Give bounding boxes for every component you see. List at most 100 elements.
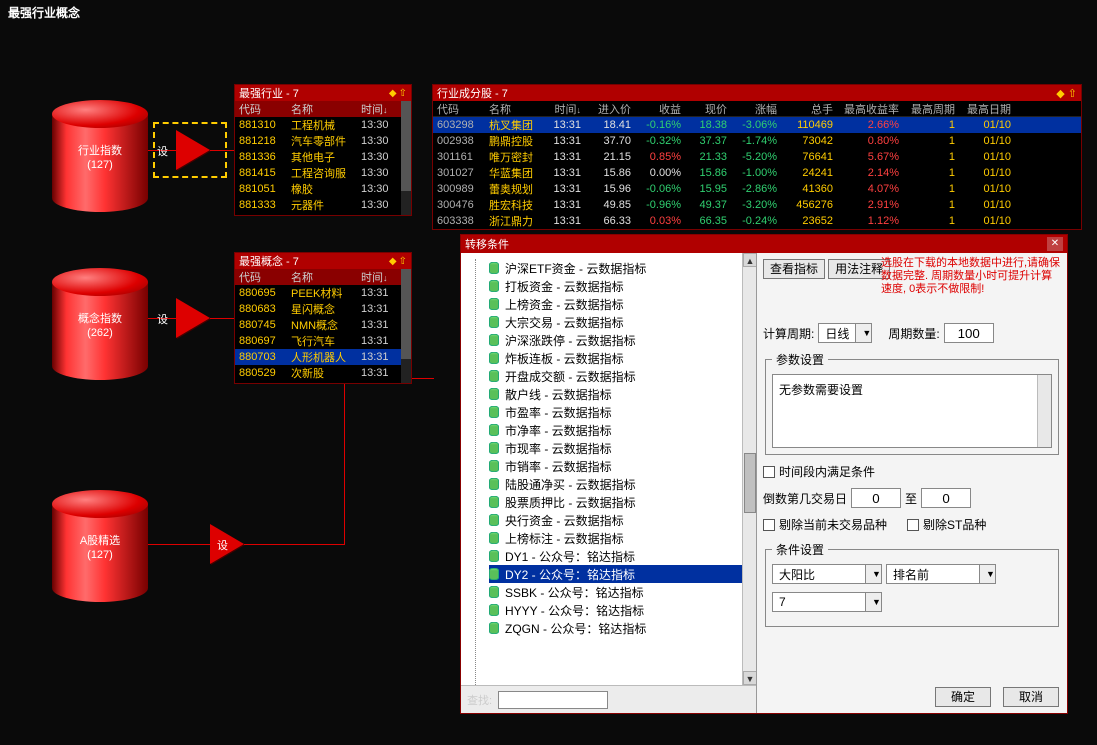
table-row[interactable]: 880695PEEK材料13:31: [235, 285, 411, 301]
cylinder-concept[interactable]: 概念指数(262): [52, 268, 148, 380]
column-header[interactable]: 收益: [637, 101, 687, 117]
diamond-icon[interactable]: ◆: [389, 88, 397, 99]
sort-desc-icon: ↓: [383, 105, 388, 115]
tree-item[interactable]: 股票质押比 - 云数据指标: [489, 493, 756, 511]
chevron-down-icon: ▼: [865, 565, 881, 583]
table-row[interactable]: 301161唯万密封13:3121.150.85%21.33-5.20%7664…: [433, 149, 1081, 165]
database-icon: [489, 406, 499, 418]
table-row[interactable]: 880529次新股13:31: [235, 365, 411, 381]
tree-scrollbar[interactable]: ▲ ▼: [742, 253, 756, 685]
node-label: 设: [157, 143, 168, 159]
tree-item[interactable]: 开盘成交额 - 云数据指标: [489, 367, 756, 385]
diamond-icon[interactable]: ◆: [389, 256, 397, 267]
table-row[interactable]: 881218汽车零部件13:30: [235, 133, 411, 149]
calc-period-combo[interactable]: 日线▼: [818, 323, 872, 343]
table-row[interactable]: 300476胜宏科技13:3149.85-0.96%49.37-3.20%456…: [433, 197, 1081, 213]
period-count-input[interactable]: [944, 323, 994, 343]
table-row[interactable]: 603338浙江鼎力13:3166.330.03%66.35-0.24%2365…: [433, 213, 1081, 229]
cylinder-ashares[interactable]: A股精选(127): [52, 490, 148, 602]
table-row[interactable]: 881336其他电子13:30: [235, 149, 411, 165]
column-header[interactable]: 进入价: [587, 101, 637, 117]
countdown-from-input[interactable]: [851, 488, 901, 508]
tree-item[interactable]: HYYY - 公众号：铭达指标: [489, 601, 756, 619]
cylinder-industry[interactable]: 行业指数(127): [52, 100, 148, 212]
scrollbar[interactable]: [401, 269, 411, 383]
tree-item[interactable]: SSBK - 公众号：铭达指标: [489, 583, 756, 601]
transform-node-2[interactable]: [176, 298, 210, 338]
time-range-checkbox[interactable]: 时间段内满足条件: [763, 463, 875, 480]
table-row[interactable]: 881310工程机械13:30: [235, 117, 411, 133]
column-header[interactable]: 名称: [485, 101, 547, 117]
table-row[interactable]: 002938鹏鼎控股13:3137.70-0.32%37.37-1.74%730…: [433, 133, 1081, 149]
table-row[interactable]: 603298杭叉集团13:3118.41-0.16%18.38-3.06%110…: [433, 117, 1081, 133]
tree-item[interactable]: 市盈率 - 云数据指标: [489, 403, 756, 421]
countdown-to-input[interactable]: [921, 488, 971, 508]
panel-header[interactable]: 最强概念 - 7 ◆⇧: [235, 253, 411, 269]
col-code[interactable]: 代码: [239, 101, 291, 117]
table-title: 行业成分股 - 7: [437, 85, 508, 101]
search-input[interactable]: [498, 691, 608, 709]
panel-header[interactable]: 最强行业 - 7 ◆⇧: [235, 85, 411, 101]
close-icon[interactable]: ✕: [1047, 237, 1063, 251]
tree-item[interactable]: 市净率 - 云数据指标: [489, 421, 756, 439]
tree-item[interactable]: DY1 - 公众号：铭达指标: [489, 547, 756, 565]
column-header[interactable]: 时间↓: [547, 101, 587, 117]
condition-op-combo[interactable]: 排名前▼: [886, 564, 996, 584]
condition-value-combo[interactable]: 7▼: [772, 592, 882, 612]
table-row[interactable]: 301027华蓝集团13:3115.860.00%15.86-1.00%2424…: [433, 165, 1081, 181]
up-icon[interactable]: ⇧: [1068, 88, 1077, 100]
database-icon: [489, 604, 499, 616]
tree-item[interactable]: 炸板连板 - 云数据指标: [489, 349, 756, 367]
tree-item[interactable]: 散户线 - 云数据指标: [489, 385, 756, 403]
cancel-button[interactable]: 取消: [1003, 687, 1059, 707]
condition-field-combo[interactable]: 大阳比▼: [772, 564, 882, 584]
table-row[interactable]: 880703人形机器人13:31: [235, 349, 411, 365]
column-header[interactable]: 最高周期: [905, 101, 961, 117]
table-row[interactable]: 880745NMN概念13:31: [235, 317, 411, 333]
tree-item[interactable]: 上榜标注 - 云数据指标: [489, 529, 756, 547]
scroll-up-icon[interactable]: ▲: [743, 253, 757, 267]
tree-item[interactable]: 沪深涨跌停 - 云数据指标: [489, 331, 756, 349]
table-row[interactable]: 880683星闪概念13:31: [235, 301, 411, 317]
table-row[interactable]: 881051橡胶13:30: [235, 181, 411, 197]
scrollbar[interactable]: [1037, 375, 1051, 447]
tree-item[interactable]: ZQGN - 公众号：铭达指标: [489, 619, 756, 637]
scrollbar[interactable]: [401, 101, 411, 215]
tree-item[interactable]: 市现率 - 云数据指标: [489, 439, 756, 457]
tree-item[interactable]: 上榜资金 - 云数据指标: [489, 295, 756, 313]
diamond-icon[interactable]: ◆: [1056, 88, 1064, 100]
scroll-down-icon[interactable]: ▼: [743, 671, 757, 685]
column-header[interactable]: 总手: [783, 101, 839, 117]
column-header[interactable]: 现价: [687, 101, 733, 117]
transform-node-1[interactable]: [176, 130, 210, 170]
column-header[interactable]: 涨幅: [733, 101, 783, 117]
view-indicator-button[interactable]: 查看指标: [763, 259, 825, 279]
database-icon: [489, 514, 499, 526]
database-icon: [489, 334, 499, 346]
column-header[interactable]: 最高收益率: [839, 101, 905, 117]
column-header[interactable]: 代码: [433, 101, 485, 117]
sort-desc-icon: ↓: [383, 273, 388, 283]
tree-item[interactable]: 陆股通净买 - 云数据指标: [489, 475, 756, 493]
tree-item[interactable]: DY2 - 公众号：铭达指标: [489, 565, 756, 583]
remove-nontrade-checkbox[interactable]: 剔除当前未交易品种: [763, 516, 887, 533]
column-header[interactable]: 最高日期: [961, 101, 1017, 117]
ok-button[interactable]: 确定: [935, 687, 991, 707]
table-row[interactable]: 880697飞行汽车13:31: [235, 333, 411, 349]
up-icon[interactable]: ⇧: [399, 88, 407, 99]
tree-item[interactable]: 大宗交易 - 云数据指标: [489, 313, 756, 331]
tree-item[interactable]: 央行资金 - 云数据指标: [489, 511, 756, 529]
table-row[interactable]: 881415工程咨询服13:30: [235, 165, 411, 181]
col-time[interactable]: 时间: [361, 104, 383, 116]
up-icon[interactable]: ⇧: [399, 256, 407, 267]
dialog-titlebar[interactable]: 转移条件 ✕: [461, 235, 1067, 253]
table-row[interactable]: 300989蕾奥规划13:3115.96-0.06%15.95-2.86%413…: [433, 181, 1081, 197]
table-row[interactable]: 881333元器件13:30: [235, 197, 411, 213]
panel-title: 最强行业 - 7: [239, 85, 299, 101]
col-name[interactable]: 名称: [291, 101, 361, 117]
tree-item[interactable]: 沪深ETF资金 - 云数据指标: [489, 259, 756, 277]
search-label: 查找:: [467, 692, 492, 708]
tree-item[interactable]: 市销率 - 云数据指标: [489, 457, 756, 475]
tree-item[interactable]: 打板资金 - 云数据指标: [489, 277, 756, 295]
remove-st-checkbox[interactable]: 剔除ST品种: [907, 516, 986, 533]
